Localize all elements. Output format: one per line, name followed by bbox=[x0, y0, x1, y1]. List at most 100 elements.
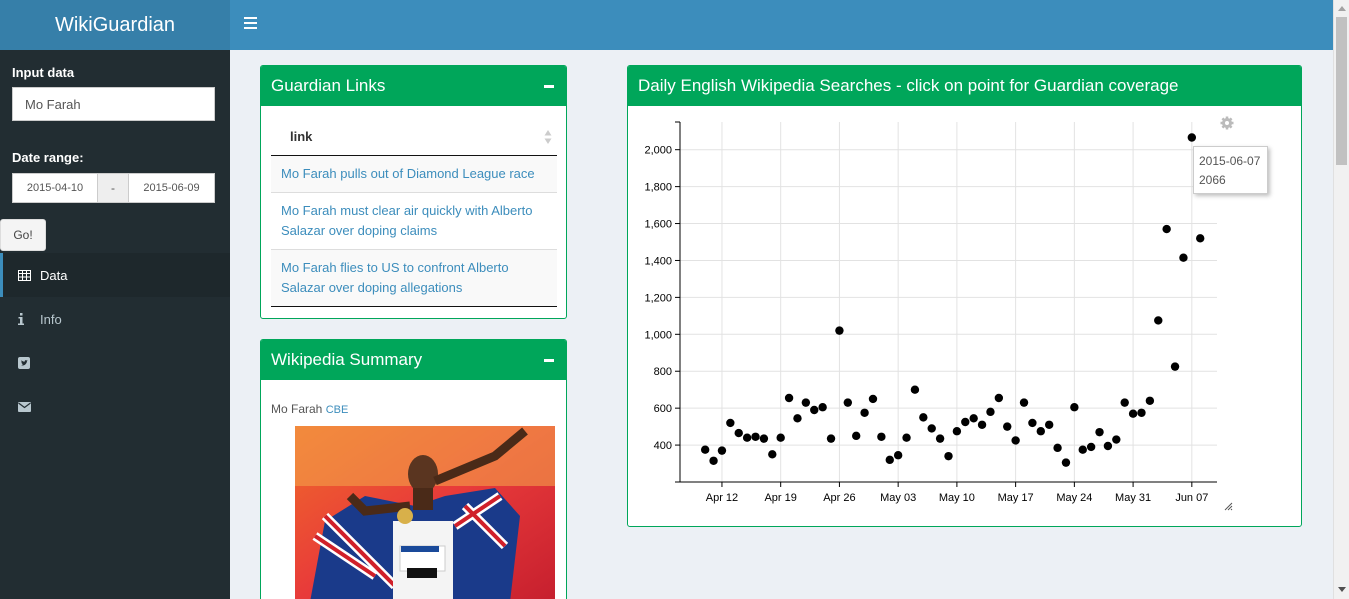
scroll-thumb[interactable] bbox=[1336, 17, 1347, 165]
sidebar-item-label: Data bbox=[40, 267, 68, 283]
data-point[interactable] bbox=[1061, 458, 1071, 467]
data-point[interactable] bbox=[919, 413, 928, 422]
data-point[interactable] bbox=[893, 451, 903, 460]
data-point[interactable] bbox=[717, 446, 727, 455]
x-tick-label: May 31 bbox=[1115, 492, 1151, 504]
data-point[interactable] bbox=[1162, 224, 1171, 234]
data-point[interactable] bbox=[1011, 436, 1020, 445]
guardian-link[interactable]: Mo Farah pulls out of Diamond League rac… bbox=[281, 166, 535, 181]
data-point[interactable] bbox=[709, 456, 718, 465]
data-point[interactable] bbox=[818, 403, 827, 412]
data-point[interactable] bbox=[751, 432, 760, 441]
sidebar-item-label: Info bbox=[40, 311, 62, 327]
data-point[interactable] bbox=[810, 405, 819, 415]
go-button[interactable]: Go! bbox=[0, 219, 46, 251]
data-point[interactable] bbox=[885, 455, 894, 465]
data-point[interactable] bbox=[1019, 398, 1029, 407]
data-point[interactable] bbox=[868, 394, 878, 404]
data-point[interactable] bbox=[784, 393, 794, 403]
sidebar-toggle-icon[interactable] bbox=[244, 17, 258, 33]
data-point[interactable] bbox=[1120, 398, 1129, 407]
data-point[interactable] bbox=[742, 433, 752, 442]
info-icon bbox=[18, 313, 40, 325]
person-name: Mo Farah bbox=[271, 402, 323, 416]
data-point[interactable] bbox=[902, 433, 911, 442]
data-point[interactable] bbox=[1028, 418, 1037, 428]
data-point[interactable] bbox=[826, 434, 836, 443]
data-point[interactable] bbox=[759, 434, 769, 443]
wikipedia-summary-box: Wikipedia Summary Mo Farah CBE bbox=[260, 339, 567, 599]
data-point[interactable] bbox=[1128, 409, 1138, 418]
x-tick-label: Jun 07 bbox=[1175, 492, 1208, 504]
table-header-link[interactable]: link bbox=[271, 118, 557, 156]
scroll-up-icon[interactable] bbox=[1338, 6, 1346, 11]
gear-icon[interactable] bbox=[1220, 116, 1234, 130]
data-point[interactable] bbox=[793, 414, 802, 423]
data-point[interactable] bbox=[768, 450, 777, 459]
data-point[interactable] bbox=[1044, 420, 1054, 429]
data-point[interactable] bbox=[776, 433, 785, 442]
y-tick-label: 1,200 bbox=[644, 292, 672, 304]
data-point[interactable] bbox=[994, 393, 1004, 403]
data-point[interactable] bbox=[1179, 253, 1188, 262]
sidebar-item-twitter[interactable] bbox=[0, 341, 230, 385]
data-point[interactable] bbox=[877, 432, 886, 441]
app-logo[interactable]: WikiGuardian bbox=[0, 0, 230, 50]
sidebar-item-data[interactable]: Data bbox=[0, 253, 230, 297]
resize-handle-icon[interactable] bbox=[1224, 502, 1233, 511]
data-point[interactable] bbox=[1036, 427, 1045, 436]
data-point[interactable] bbox=[1095, 427, 1104, 437]
data-point[interactable] bbox=[961, 417, 970, 427]
collapse-icon[interactable] bbox=[544, 359, 554, 362]
data-point[interactable] bbox=[1170, 362, 1180, 371]
data-point[interactable] bbox=[843, 398, 853, 407]
honour-link[interactable]: CBE bbox=[326, 404, 349, 416]
guardian-link[interactable]: Mo Farah must clear air quickly with Alb… bbox=[281, 203, 532, 238]
data-point[interactable] bbox=[1003, 422, 1012, 431]
data-point[interactable] bbox=[1103, 441, 1113, 451]
tooltip-value: 2066 bbox=[1199, 173, 1226, 187]
data-point[interactable] bbox=[1086, 442, 1096, 452]
searches-chart-box: Daily English Wikipedia Searches - click… bbox=[627, 65, 1302, 527]
table-row: Mo Farah flies to US to confront Alberto… bbox=[271, 250, 557, 307]
sidebar-item-info[interactable]: Info bbox=[0, 297, 230, 341]
data-point[interactable] bbox=[944, 451, 953, 461]
data-point[interactable] bbox=[1187, 133, 1197, 142]
data-point[interactable] bbox=[927, 424, 936, 433]
data-point[interactable] bbox=[1070, 403, 1079, 412]
end-date-input[interactable]: 2015-06-09 bbox=[128, 173, 215, 203]
y-tick-label: 800 bbox=[654, 366, 672, 378]
data-point[interactable] bbox=[1053, 443, 1062, 453]
data-point[interactable] bbox=[852, 431, 861, 441]
data-point[interactable] bbox=[1112, 435, 1121, 444]
data-point[interactable] bbox=[860, 408, 869, 417]
collapse-icon[interactable] bbox=[544, 85, 554, 88]
data-point[interactable] bbox=[700, 445, 710, 454]
x-tick-label: Apr 12 bbox=[706, 492, 738, 504]
data-point[interactable] bbox=[952, 427, 962, 436]
sidebar-item-email[interactable] bbox=[0, 385, 230, 429]
data-point[interactable] bbox=[910, 385, 920, 394]
data-point[interactable] bbox=[986, 407, 995, 417]
data-point[interactable] bbox=[1078, 445, 1087, 454]
search-input[interactable] bbox=[12, 87, 215, 121]
data-point[interactable] bbox=[935, 434, 945, 443]
data-point[interactable] bbox=[1154, 316, 1163, 325]
data-point[interactable] bbox=[969, 414, 978, 423]
data-point[interactable] bbox=[801, 398, 811, 407]
tooltip-date: 2015-06-07 bbox=[1199, 154, 1261, 168]
start-date-input[interactable]: 2015-04-10 bbox=[12, 173, 98, 203]
scroll-down-icon[interactable] bbox=[1338, 587, 1346, 592]
y-tick-label: 1,000 bbox=[644, 329, 672, 341]
data-point[interactable] bbox=[977, 420, 987, 429]
data-point[interactable] bbox=[1145, 396, 1155, 405]
data-point[interactable] bbox=[1137, 408, 1146, 417]
data-point[interactable] bbox=[835, 326, 844, 335]
data-point[interactable] bbox=[726, 418, 735, 428]
envelope-icon bbox=[18, 402, 40, 412]
data-point[interactable] bbox=[734, 428, 743, 438]
page-scrollbar[interactable] bbox=[1333, 0, 1349, 599]
data-point[interactable] bbox=[1196, 234, 1205, 243]
guardian-link[interactable]: Mo Farah flies to US to confront Alberto… bbox=[281, 260, 509, 295]
y-tick-label: 600 bbox=[654, 403, 672, 415]
